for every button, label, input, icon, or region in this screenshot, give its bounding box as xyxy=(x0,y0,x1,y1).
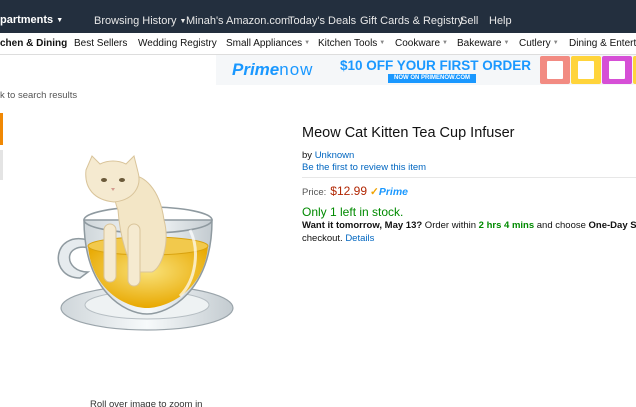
departments-menu[interactable]: partments ▼ xyxy=(0,14,63,26)
subnav-bakeware[interactable]: Bakeware ▼ xyxy=(457,38,509,49)
by-label: by xyxy=(302,150,313,161)
nav-browsing-history[interactable]: Browsing History ▼ xyxy=(94,15,186,27)
delivery-checkout-text: checkout. xyxy=(302,233,343,244)
image-thumbnail-selected[interactable] xyxy=(0,113,3,145)
prime-badge[interactable]: ✓Prime xyxy=(370,186,408,198)
chevron-down-icon: ▼ xyxy=(442,40,448,46)
price-row: Price: $12.99 ✓Prime xyxy=(302,184,408,198)
nav-help[interactable]: Help xyxy=(489,15,512,27)
product-main-image[interactable] xyxy=(40,150,245,355)
subnav-small-appliances-label: Small Appliances xyxy=(226,38,303,49)
product-package-icon xyxy=(547,61,563,79)
nav-my-amazon[interactable]: Minah's Amazon.com xyxy=(186,15,290,27)
nav-gift-cards-registry[interactable]: Gift Cards & Registry xyxy=(360,15,463,27)
banner-offer-text: $10 OFF YOUR FIRST ORDER xyxy=(340,58,532,73)
subnav-cookware[interactable]: Cookware ▼ xyxy=(395,38,448,49)
write-review-link[interactable]: Be the first to review this item xyxy=(302,162,426,173)
banner-product-image xyxy=(571,56,601,84)
delivery-want: Want it tomorrow, May 13? xyxy=(302,220,423,231)
subnav-cookware-label: Cookware xyxy=(395,38,441,49)
delivery-option: One-Day Sh xyxy=(588,220,636,231)
stock-status: Only 1 left in stock. xyxy=(302,205,404,219)
price-label: Price: xyxy=(302,187,327,198)
chevron-down-icon: ▼ xyxy=(304,40,311,46)
banner-product-image xyxy=(540,56,570,84)
nav-todays-deals[interactable]: Today's Deals xyxy=(288,15,356,27)
chevron-down-icon: ▼ xyxy=(503,40,510,46)
zoom-hint-text: Roll over image to zoom in xyxy=(90,399,203,407)
chevron-down-icon: ▼ xyxy=(56,17,64,24)
divider xyxy=(302,177,636,178)
top-navigation-bar: partments ▼ Browsing History ▼ Minah's Ama… xyxy=(0,0,636,33)
subnav-kitchen-tools[interactable]: Kitchen Tools ▼ xyxy=(318,38,385,49)
subnav-bakeware-label: Bakeware xyxy=(457,38,502,49)
image-thumbnail[interactable] xyxy=(0,150,3,180)
departments-label: partments xyxy=(0,14,54,26)
product-package-icon xyxy=(609,61,625,79)
nav-sell[interactable]: Sell xyxy=(460,15,478,27)
nav-browsing-history-label: Browsing History xyxy=(94,15,177,27)
prime-check-icon: ✓ xyxy=(370,186,379,198)
brand-link[interactable]: Unknown xyxy=(315,150,355,161)
subnav-dining-entertaining[interactable]: Dining & Enterta xyxy=(569,38,636,49)
subnav-best-sellers[interactable]: Best Sellers xyxy=(74,38,127,49)
price-value: $12.99 xyxy=(330,184,367,198)
banner-product-image xyxy=(602,56,632,84)
subnav-kitchen-dining[interactable]: chen & Dining xyxy=(0,38,67,49)
chevron-down-icon: ▼ xyxy=(379,40,386,46)
details-link[interactable]: Details xyxy=(345,233,374,244)
subnav-small-appliances[interactable]: Small Appliances ▼ xyxy=(226,38,310,49)
category-subnav: chen & Dining Best Sellers Wedding Regis… xyxy=(0,33,636,55)
primenow-logo-now: now xyxy=(279,60,314,79)
delivery-countdown: 2 hrs 4 mins xyxy=(478,220,535,231)
subnav-cutlery-label: Cutlery xyxy=(519,38,551,49)
delivery-choose-text: and choose xyxy=(534,220,589,231)
chevron-down-icon: ▼ xyxy=(552,40,559,46)
primenow-ad-banner[interactable]: Primenow $10 OFF YOUR FIRST ORDER NOW ON… xyxy=(216,55,636,85)
primenow-logo: Primenow xyxy=(232,60,313,80)
prime-badge-label: Prime xyxy=(378,186,408,198)
product-title: Meow Cat Kitten Tea Cup Infuser xyxy=(302,125,515,141)
delivery-order-text: Order within xyxy=(422,220,479,231)
product-package-icon xyxy=(578,61,594,79)
banner-offer-subtext: NOW ON PRIMENOW.COM xyxy=(388,74,476,83)
subnav-kitchen-tools-label: Kitchen Tools xyxy=(318,38,378,49)
primenow-logo-prime: Prime xyxy=(232,60,280,79)
delivery-message: Want it tomorrow, May 13? Order within 2… xyxy=(302,219,636,245)
subnav-cutlery[interactable]: Cutlery ▼ xyxy=(519,38,559,49)
back-to-results-link[interactable]: k to search results xyxy=(0,90,77,101)
subnav-wedding-registry[interactable]: Wedding Registry xyxy=(138,38,217,49)
product-byline: by Unknown xyxy=(302,150,354,161)
